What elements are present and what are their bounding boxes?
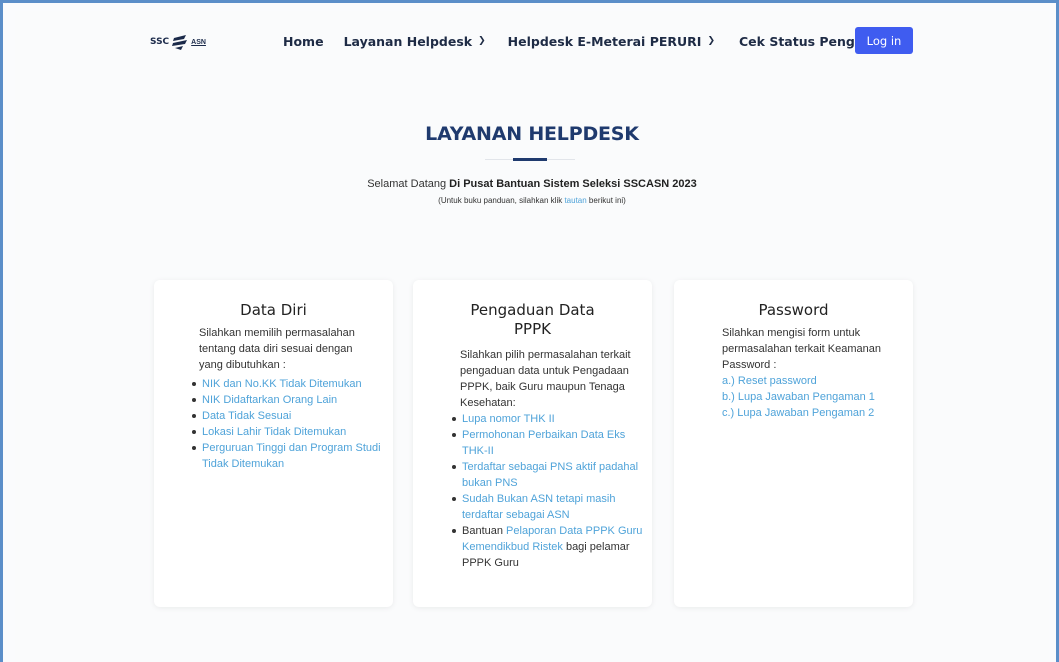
- sscasn-logo[interactable]: SSC ASN: [150, 31, 206, 53]
- card-password: Password Silahkan mengisi form untuk per…: [674, 280, 913, 607]
- card-list: Lupa nomor THK II Permohonan Perbaikan D…: [450, 411, 650, 571]
- logo-mark-icon: [172, 35, 188, 50]
- list-item-link[interactable]: Data Tidak Sesuai: [202, 410, 291, 422]
- list-item-link[interactable]: Sudah Bukan ASN tetapi masih terdaftar s…: [462, 493, 615, 521]
- list-item-prefix: Bantuan: [462, 525, 507, 537]
- card-body: Silahkan memilih permasalahan tentang da…: [199, 325, 379, 373]
- nav-links: Home Layanan Helpdesk ❯ Helpdesk E-Meter…: [283, 31, 921, 51]
- logo-text: SSC: [150, 37, 170, 47]
- list-item[interactable]: Terdaftar sebagai PNS aktif padahal buka…: [450, 459, 650, 491]
- list-item[interactable]: Sudah Bukan ASN tetapi masih terdaftar s…: [450, 491, 650, 523]
- reset-password-link[interactable]: a.) Reset password: [722, 373, 902, 389]
- nav-helpdesk-emeterai[interactable]: Helpdesk E-Meterai PERURI ❯: [508, 34, 715, 49]
- nav-layanan-helpdesk-label: Layanan Helpdesk: [343, 33, 473, 49]
- list-item-link[interactable]: Permohonan Perbaikan Data Eks THK-II: [462, 429, 625, 457]
- nav-layanan-helpdesk[interactable]: Layanan Helpdesk ❯: [344, 34, 486, 49]
- card-body: Silahkan pilih permasalahan terkait peng…: [460, 347, 640, 411]
- chevron-down-icon: ❯: [707, 36, 715, 46]
- list-item-link[interactable]: Perguruan Tinggi dan Program Studi Tidak…: [202, 442, 381, 470]
- card-title: Data Diri: [240, 301, 307, 319]
- nav-helpdesk-emeterai-label: Helpdesk E-Meterai PERURI: [507, 33, 702, 49]
- welcome-text: Selamat Datang Di Pusat Bantuan Sistem S…: [15, 178, 1049, 190]
- browser-frame: SSC ASN Home Layanan Helpdesk ❯ Helpdesk…: [0, 0, 1059, 662]
- list-item-link[interactable]: Terdaftar sebagai PNS aktif padahal buka…: [462, 461, 638, 489]
- title-divider-accent: [513, 158, 547, 161]
- card-data-diri: Data Diri Silahkan memilih permasalahan …: [154, 280, 393, 607]
- login-button[interactable]: Log in: [855, 27, 913, 54]
- list-item[interactable]: Data Tidak Sesuai: [190, 408, 390, 424]
- card-intro: Silahkan mengisi form untuk permasalahan…: [722, 327, 881, 371]
- top-navbar: SSC ASN Home Layanan Helpdesk ❯ Helpdesk…: [15, 11, 1049, 71]
- lupa-jawaban-1-link[interactable]: b.) Lupa Jawaban Pengaman 1: [722, 389, 902, 405]
- list-item-link[interactable]: Lokasi Lahir Tidak Ditemukan: [202, 426, 346, 438]
- chevron-down-icon: ❯: [478, 36, 486, 46]
- card-body: Silahkan mengisi form untuk permasalahan…: [722, 325, 902, 421]
- nav-home[interactable]: Home: [283, 34, 324, 49]
- list-item-link[interactable]: Lupa nomor THK II: [462, 413, 555, 425]
- card-intro: Silahkan pilih permasalahan terkait peng…: [460, 349, 631, 409]
- list-item-link[interactable]: NIK Didaftarkan Orang Lain: [202, 394, 337, 406]
- card-intro: Silahkan memilih permasalahan tentang da…: [199, 327, 355, 371]
- welcome-bold: Di Pusat Bantuan Sistem Seleksi SSCASN 2…: [449, 178, 697, 190]
- card-title: Pengaduan Data PPPK: [470, 301, 595, 338]
- guide-text: (Untuk buku panduan, silahkan klik tauta…: [15, 196, 1049, 205]
- list-item[interactable]: Permohonan Perbaikan Data Eks THK-II: [450, 427, 650, 459]
- card-pengaduan-pppk: Pengaduan Data PPPK Silahkan pilih perma…: [413, 280, 652, 607]
- list-item[interactable]: NIK Didaftarkan Orang Lain: [190, 392, 390, 408]
- list-item[interactable]: Lokasi Lahir Tidak Ditemukan: [190, 424, 390, 440]
- logo-suffix: ASN: [191, 38, 206, 46]
- list-item[interactable]: Perguruan Tinggi dan Program Studi Tidak…: [190, 440, 390, 472]
- page-title: LAYANAN HELPDESK: [425, 123, 639, 145]
- list-item-link[interactable]: NIK dan No.KK Tidak Ditemukan: [202, 378, 362, 390]
- guide-suffix: berikut ini): [586, 196, 626, 205]
- list-item[interactable]: NIK dan No.KK Tidak Ditemukan: [190, 376, 390, 392]
- card-title: Password: [758, 301, 829, 319]
- list-item: Bantuan Pelaporan Data PPPK Guru Kemendi…: [450, 523, 650, 571]
- lupa-jawaban-2-link[interactable]: c.) Lupa Jawaban Pengaman 2: [722, 405, 902, 421]
- guide-link[interactable]: tautan: [564, 196, 586, 205]
- card-list: NIK dan No.KK Tidak Ditemukan NIK Didaft…: [190, 376, 390, 472]
- welcome-prefix: Selamat Datang: [367, 178, 450, 190]
- page: SSC ASN Home Layanan Helpdesk ❯ Helpdesk…: [15, 11, 1049, 662]
- guide-prefix: (Untuk buku panduan, silahkan klik: [438, 196, 565, 205]
- list-item[interactable]: Lupa nomor THK II: [450, 411, 650, 427]
